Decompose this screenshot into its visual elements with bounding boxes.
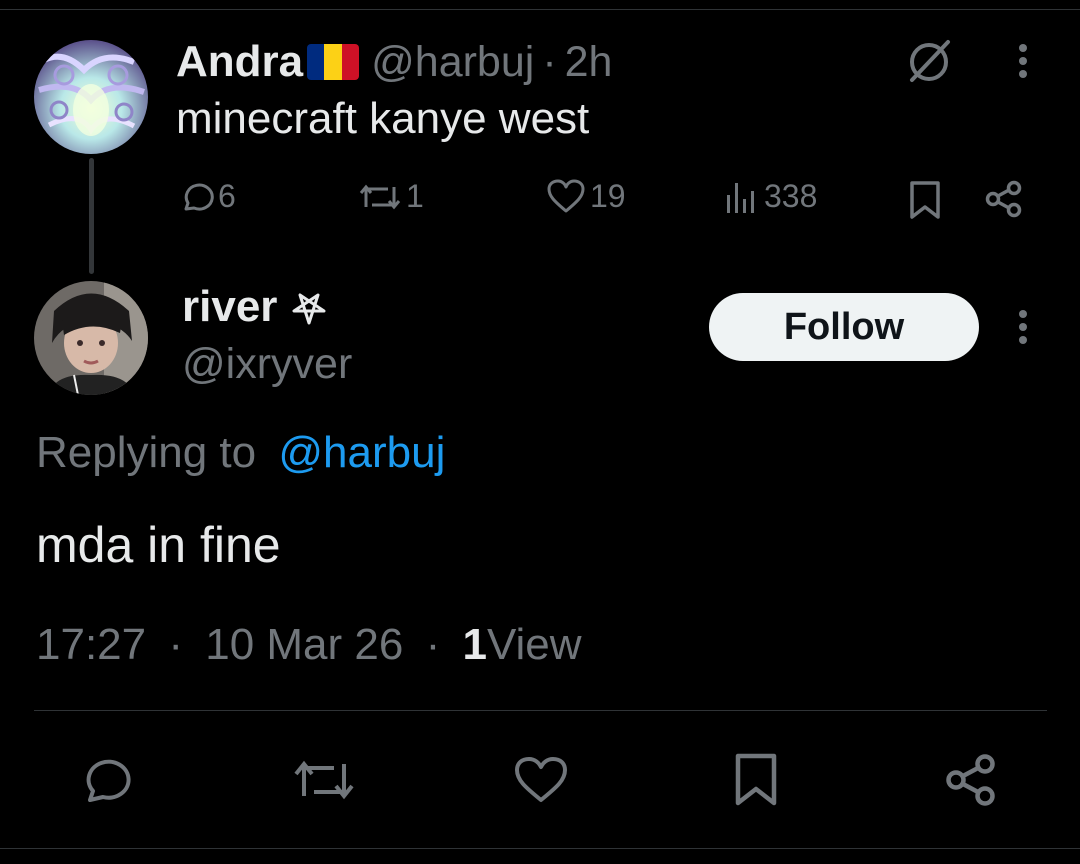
repost-count: 1: [406, 178, 424, 214]
reply-views-count: 1: [462, 620, 487, 669]
reply-icon[interactable]: [80, 756, 132, 811]
like-count: 19: [590, 178, 626, 214]
parent-post-text: minecraft kanye west: [176, 94, 590, 143]
thread-connector-line: [89, 158, 94, 274]
reply-author-handle[interactable]: @ixryver: [182, 340, 352, 389]
reply-author-name[interactable]: river: [182, 282, 277, 332]
post-date[interactable]: 10 Mar 26: [205, 620, 403, 669]
grok-icon[interactable]: [904, 36, 954, 91]
views-count: 338: [764, 178, 818, 214]
reply-more-options-icon[interactable]: [1015, 308, 1031, 353]
replying-to-handle-link[interactable]: @harbuj: [278, 428, 445, 477]
views-action[interactable]: 338: [724, 178, 817, 215]
action-bar-divider: [34, 710, 1047, 711]
replying-to-label: Replying to: [36, 428, 257, 477]
separator-dot: ·: [425, 620, 441, 669]
follow-button[interactable]: Follow: [709, 293, 979, 361]
parent-author-handle[interactable]: @harbuj: [371, 38, 534, 87]
reply-author-avatar[interactable]: [34, 281, 148, 395]
reply-action[interactable]: 6: [178, 178, 236, 215]
pentagram-icon: [287, 283, 331, 332]
share-icon[interactable]: [944, 754, 998, 811]
top-divider: [0, 9, 1080, 10]
post-metadata: 17:27 · 10 Mar 26 · 1View: [36, 620, 592, 670]
views-chart-icon: [727, 182, 754, 213]
parent-post-time[interactable]: 2h: [565, 38, 613, 87]
separator-dot: ·: [542, 37, 557, 86]
reply-views-label: View: [486, 620, 582, 669]
bookmark-icon[interactable]: [733, 753, 779, 812]
share-icon[interactable]: [984, 180, 1024, 223]
parent-author-name[interactable]: Andra: [176, 37, 303, 87]
like-action[interactable]: 19: [546, 178, 626, 215]
repost-action[interactable]: 1: [358, 178, 424, 215]
bookmark-icon[interactable]: [908, 180, 942, 225]
separator-dot: ·: [168, 620, 183, 669]
heart-icon[interactable]: [513, 756, 569, 809]
replying-to-line: Replying to @harbuj: [36, 428, 455, 478]
heart-icon: [547, 179, 585, 212]
parent-author-avatar[interactable]: [34, 40, 148, 154]
reply-icon: [184, 183, 214, 211]
romania-flag-icon: [307, 44, 360, 80]
repost-icon: [359, 184, 401, 209]
bottom-divider: [0, 848, 1080, 849]
parent-post-header: Andra @harbuj · 2h: [176, 36, 612, 88]
reply-post-text: mda in fine: [36, 517, 281, 573]
post-time[interactable]: 17:27: [36, 620, 146, 669]
post-detail-view: Andra @harbuj · 2h minecraft kanye west …: [0, 0, 1080, 864]
repost-icon[interactable]: [292, 756, 356, 809]
parent-more-options-icon[interactable]: [1015, 42, 1031, 87]
reply-count: 6: [218, 178, 236, 214]
reply-author-name-row: river: [182, 282, 331, 332]
